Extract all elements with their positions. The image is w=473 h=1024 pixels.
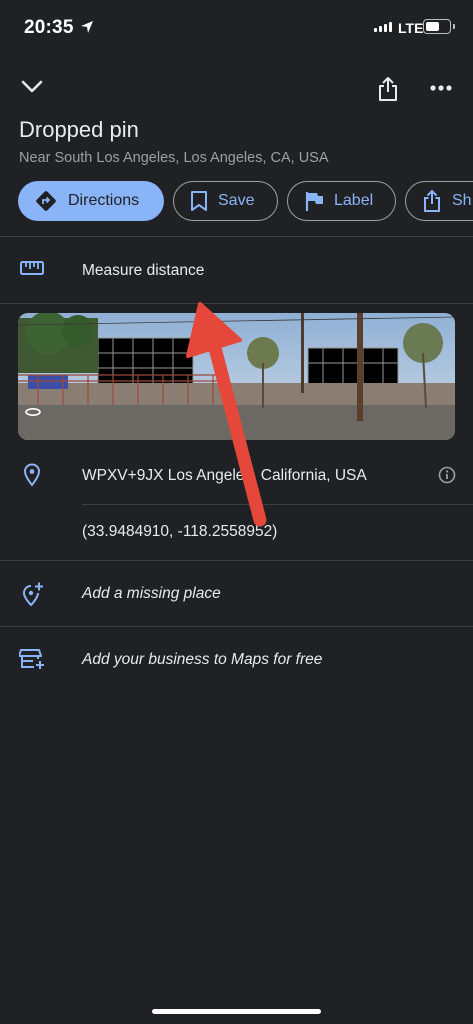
place-subtitle: Near South Los Angeles, Los Angeles, CA,… [19,150,329,166]
location-pin-icon [23,463,41,487]
label-button[interactable]: Label [287,181,396,221]
ruler-icon [20,261,44,275]
add-business-icon [19,649,44,669]
location-arrow-icon [81,21,93,33]
directions-label: Directions [68,192,140,209]
share-chip-icon [422,189,442,213]
battery-icon [423,19,455,34]
street-view-360-icon [25,407,41,417]
share-icon[interactable] [374,74,402,104]
coordinates-row[interactable]: (33.9484910, -118.2558952) [0,505,473,560]
save-label: Save [218,192,255,209]
save-button[interactable]: Save [173,181,278,221]
plus-code-text: WPXV+9JX Los Angeles, California, USA [82,467,367,484]
plus-code-row[interactable]: WPXV+9JX Los Angeles, California, USA [0,445,473,505]
collapse-chevron-icon[interactable] [18,75,46,99]
share-label: Sh [452,192,472,209]
more-options-icon[interactable] [426,78,456,98]
add-missing-place-row[interactable]: Add a missing place [0,561,473,626]
status-bar: 20:35 LTE [0,0,473,56]
measure-distance-row[interactable]: Measure distance [0,237,473,303]
share-button[interactable]: Sh [405,181,473,221]
info-icon[interactable] [438,466,456,484]
directions-button[interactable]: Directions [18,181,164,221]
add-missing-place-label: Add a missing place [82,585,221,602]
signal-strength-icon [374,22,392,32]
add-business-label: Add your business to Maps for free [82,651,323,668]
bookmark-icon [190,190,208,212]
flag-icon [304,190,324,212]
street-view-thumbnail[interactable] [18,313,455,440]
label-label: Label [334,192,374,209]
action-chips: Directions Save Label Sh [18,181,473,223]
status-time: 20:35 [24,17,74,38]
place-title: Dropped pin [19,117,139,142]
add-business-row[interactable]: Add your business to Maps for free [0,627,473,692]
measure-distance-label: Measure distance [82,262,205,279]
network-type: LTE [398,20,424,36]
add-location-icon [22,582,43,607]
directions-icon [34,189,58,213]
coordinates-text: (33.9484910, -118.2558952) [82,523,278,540]
divider [0,303,473,304]
home-indicator [152,1009,321,1014]
